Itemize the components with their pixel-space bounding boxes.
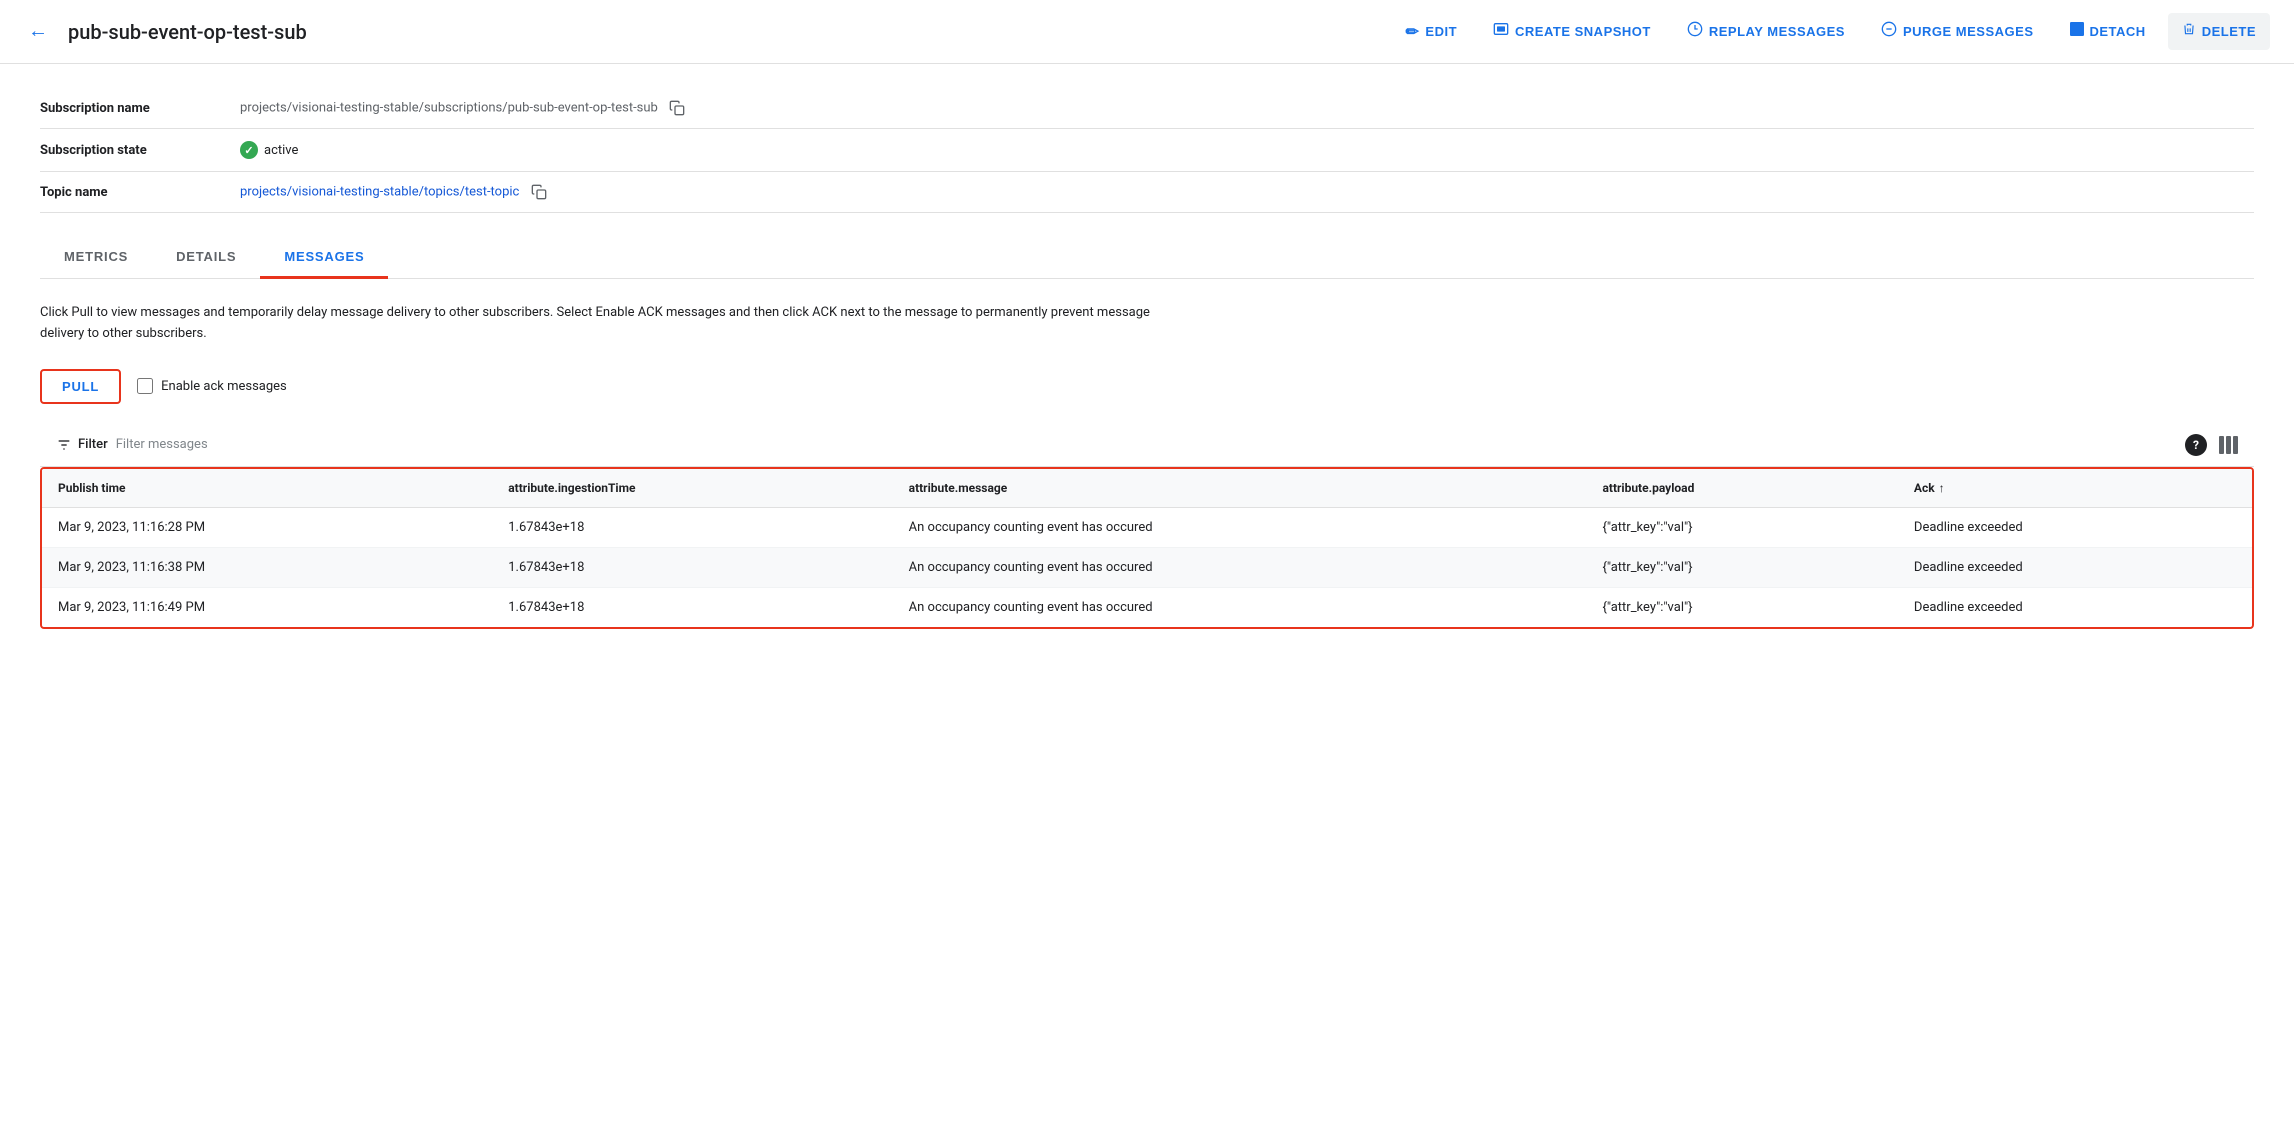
- label-topic-name: Topic name: [40, 172, 240, 213]
- snapshot-icon: [1493, 21, 1509, 42]
- filter-icon: [56, 437, 72, 453]
- cell-message-1: An occupancy counting event has occured: [893, 507, 1587, 547]
- col-ingestion-time[interactable]: attribute.ingestionTime: [492, 469, 892, 508]
- replay-icon: [1687, 21, 1703, 42]
- cell-publish-time-2: Mar 9, 2023, 11:16:38 PM: [42, 547, 492, 587]
- col-message[interactable]: attribute.message: [893, 469, 1587, 508]
- edit-button[interactable]: ✏ EDIT: [1392, 14, 1472, 50]
- tabs-bar: METRICS DETAILS MESSAGES: [40, 237, 2254, 279]
- cell-ingestion-time-3: 1.67843e+18: [492, 587, 892, 627]
- cell-message-2: An occupancy counting event has occured: [893, 547, 1587, 587]
- value-subscription-name: projects/visionai-testing-stable/subscri…: [240, 88, 2254, 129]
- info-table: Subscription name projects/visionai-test…: [40, 88, 2254, 213]
- tab-details[interactable]: DETAILS: [152, 237, 260, 279]
- active-badge: active: [240, 141, 298, 159]
- delete-button[interactable]: DELETE: [2168, 13, 2270, 50]
- replay-messages-button[interactable]: REPLAY MESSAGES: [1673, 13, 1859, 50]
- back-button[interactable]: ←: [24, 16, 52, 47]
- main-content: Subscription name projects/visionai-test…: [0, 64, 2294, 653]
- copy-topic-name-icon[interactable]: [531, 184, 547, 200]
- table-header-row: Publish time attribute.ingestionTime att…: [42, 469, 2252, 508]
- detach-button[interactable]: DETACH: [2056, 14, 2160, 49]
- pull-button[interactable]: PULL: [40, 369, 121, 404]
- col-ack[interactable]: Ack ↑: [1898, 469, 2252, 508]
- messages-table: Publish time attribute.ingestionTime att…: [42, 469, 2252, 627]
- tab-messages[interactable]: MESSAGES: [260, 237, 388, 279]
- ack-sort-icon: ↑: [1939, 481, 1945, 495]
- cell-ack-3: Deadline exceeded: [1898, 587, 2252, 627]
- purge-icon: [1881, 21, 1897, 42]
- info-row-subscription-name: Subscription name projects/visionai-test…: [40, 88, 2254, 129]
- col-publish-time[interactable]: Publish time: [42, 469, 492, 508]
- label-subscription-state: Subscription state: [40, 129, 240, 172]
- cell-payload-2: {"attr_key":"val"}: [1586, 547, 1897, 587]
- topic-name-link[interactable]: projects/visionai-testing-stable/topics/…: [240, 184, 519, 199]
- cell-ack-2: Deadline exceeded: [1898, 547, 2252, 587]
- info-row-topic-name: Topic name projects/visionai-testing-sta…: [40, 172, 2254, 213]
- tab-metrics[interactable]: METRICS: [40, 237, 152, 279]
- info-row-subscription-state: Subscription state active: [40, 129, 2254, 172]
- back-arrow-icon: ←: [28, 20, 48, 43]
- cell-payload-3: {"attr_key":"val"}: [1586, 587, 1897, 627]
- cell-payload-1: {"attr_key":"val"}: [1586, 507, 1897, 547]
- enable-ack-label[interactable]: Enable ack messages: [137, 378, 287, 394]
- edit-icon: ✏: [1406, 22, 1420, 42]
- page-title: pub-sub-event-op-test-sub: [68, 20, 307, 44]
- purge-messages-button[interactable]: PURGE MESSAGES: [1867, 13, 2048, 50]
- cell-ingestion-time-1: 1.67843e+18: [492, 507, 892, 547]
- copy-subscription-name-icon[interactable]: [669, 100, 685, 116]
- table-row: Mar 9, 2023, 11:16:49 PM 1.67843e+18 An …: [42, 587, 2252, 627]
- table-row: Mar 9, 2023, 11:16:28 PM 1.67843e+18 An …: [42, 507, 2252, 547]
- cell-publish-time-1: Mar 9, 2023, 11:16:28 PM: [42, 507, 492, 547]
- value-subscription-state: active: [240, 129, 2254, 172]
- filter-placeholder[interactable]: Filter messages: [116, 437, 2177, 452]
- messages-table-wrapper: Publish time attribute.ingestionTime att…: [40, 467, 2254, 629]
- messages-description: Click Pull to view messages and temporar…: [40, 303, 1190, 345]
- col-payload[interactable]: attribute.payload: [1586, 469, 1897, 508]
- cell-message-3: An occupancy counting event has occured: [893, 587, 1587, 627]
- cell-publish-time-3: Mar 9, 2023, 11:16:49 PM: [42, 587, 492, 627]
- delete-icon: [2182, 21, 2196, 42]
- columns-icon[interactable]: [2219, 436, 2238, 454]
- active-dot-icon: [240, 141, 258, 159]
- cell-ingestion-time-2: 1.67843e+18: [492, 547, 892, 587]
- label-subscription-name: Subscription name: [40, 88, 240, 129]
- top-header: ← pub-sub-event-op-test-sub ✏ EDIT CREAT…: [0, 0, 2294, 64]
- cell-ack-1: Deadline exceeded: [1898, 507, 2252, 547]
- enable-ack-checkbox[interactable]: [137, 378, 153, 394]
- detach-icon: [2070, 22, 2084, 41]
- value-topic-name: projects/visionai-testing-stable/topics/…: [240, 172, 2254, 213]
- create-snapshot-button[interactable]: CREATE SNAPSHOT: [1479, 13, 1665, 50]
- header-actions: ✏ EDIT CREATE SNAPSHOT REPLAY MESSAGES P…: [1392, 13, 2271, 50]
- help-icon[interactable]: ?: [2185, 434, 2207, 456]
- filter-bar: Filter Filter messages ?: [40, 424, 2254, 467]
- pull-row: PULL Enable ack messages: [40, 369, 2254, 404]
- filter-label: Filter: [56, 437, 108, 453]
- table-row: Mar 9, 2023, 11:16:38 PM 1.67843e+18 An …: [42, 547, 2252, 587]
- filter-actions: ?: [2185, 434, 2238, 456]
